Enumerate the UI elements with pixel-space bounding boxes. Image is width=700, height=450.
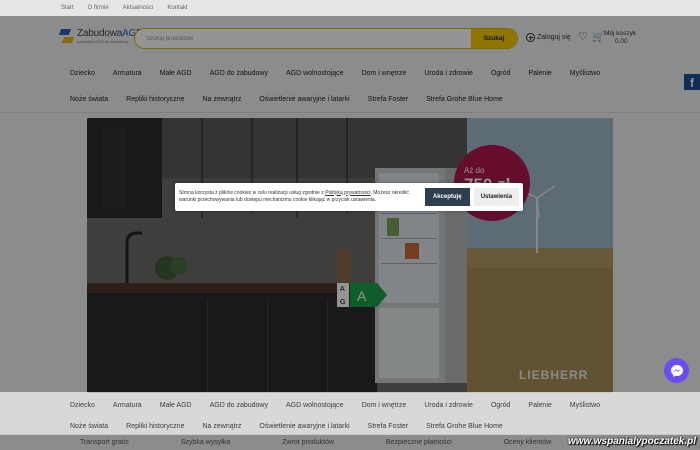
- site-header: ZabudowaAGD wszystkie AGD do zabudowy Sz…: [0, 16, 700, 60]
- wishlist-heart-icon[interactable]: ♡: [578, 32, 588, 43]
- sticky-nav-item-armatura[interactable]: Armatura: [113, 402, 142, 409]
- cookie-message: Strona korzysta z plików cookies w celu …: [179, 189, 409, 204]
- sticky-nav-item-palenie[interactable]: Palenie: [528, 402, 551, 409]
- benefit-free-transport: Transport gratis: [80, 438, 129, 446]
- nav-item-male-agd[interactable]: Małe AGD: [160, 70, 192, 77]
- cart-label: Mój koszyk: [604, 30, 637, 37]
- top-link-contact[interactable]: Kontakt: [167, 5, 187, 11]
- sticky-nav-item-na-zewnatrz[interactable]: Na zewnątrz: [203, 423, 242, 430]
- nav-row-2: Noże świata Repliki historyczne Na zewną…: [0, 86, 700, 112]
- nav-item-ogrod[interactable]: Ogród: [491, 70, 510, 77]
- benefit-reviews: Oceny klientów: [503, 438, 552, 446]
- sticky-nav-item-dom-i-wnetrze[interactable]: Dom i wnętrze: [362, 402, 407, 409]
- user-plus-icon: [526, 33, 535, 42]
- sticky-nav-item-ogrod[interactable]: Ogród: [491, 402, 510, 409]
- sticky-nav-item-repliki-historyczne[interactable]: Repliki historyczne: [126, 423, 184, 430]
- brand-logo-text: LIEBHERR: [519, 368, 588, 382]
- nav-item-oswietlenie[interactable]: Oświetlenie awaryjne i latarki: [259, 96, 349, 103]
- benefit-secure-payments: Bezpieczne płatności: [385, 438, 452, 446]
- cookie-consent-dialog: Strona korzysta z plików cookies w celu …: [175, 183, 523, 211]
- hero-banner[interactable]: Aż do 750 zł A G A LIEBHERR: [87, 118, 613, 393]
- sticky-nav-item-oswietlenie[interactable]: Oświetlenie awaryjne i latarki: [259, 423, 349, 430]
- messenger-chat-button[interactable]: [664, 358, 689, 383]
- search-bar: Szukaj: [134, 28, 518, 49]
- sticky-nav-item-myslistwo[interactable]: Myślistwo: [570, 402, 600, 409]
- sticky-nav-item-uroda-i-zdrowie[interactable]: Uroda i zdrowie: [424, 402, 473, 409]
- nav-item-dziecko[interactable]: Dziecko: [70, 70, 95, 77]
- top-link-start[interactable]: Start: [61, 5, 74, 11]
- sticky-nav-item-male-agd[interactable]: Małe AGD: [160, 402, 192, 409]
- benefit-returns: Zwrot produktów: [282, 438, 334, 446]
- privacy-policy-link[interactable]: Polityką prywatności: [325, 190, 370, 196]
- top-link-about[interactable]: O firmie: [88, 5, 109, 11]
- nav-item-na-zewnatrz[interactable]: Na zewnątrz: [203, 96, 242, 103]
- nav-item-repliki-historyczne[interactable]: Repliki historyczne: [126, 96, 184, 103]
- sticky-nav-item-agd-do-zabudowy[interactable]: AGD do zabudowy: [210, 402, 268, 409]
- sticky-nav-row-1: Dziecko Armatura Małe AGD AGD do zabudow…: [0, 392, 700, 418]
- nav-row-1: Dziecko Armatura Małe AGD AGD do zabudow…: [0, 60, 700, 86]
- search-input[interactable]: [135, 29, 471, 48]
- energy-scale-bottom: G: [340, 299, 345, 306]
- main-navigation: Dziecko Armatura Małe AGD AGD do zabudow…: [0, 60, 700, 113]
- login-label: Zaloguj się: [537, 34, 571, 41]
- cart-icon[interactable]: 🛒: [592, 33, 604, 43]
- nav-item-uroda-i-zdrowie[interactable]: Uroda i zdrowie: [424, 70, 473, 77]
- sticky-nav-item-strefa-grohe[interactable]: Strefa Grohe Blue Home: [426, 423, 503, 430]
- hero-banner-image: Aż do 750 zł A G A LIEBHERR: [87, 118, 613, 393]
- nav-item-armatura[interactable]: Armatura: [113, 70, 142, 77]
- messenger-icon: [670, 364, 683, 377]
- logo-icon: [58, 29, 75, 44]
- nav-item-agd-do-zabudowy[interactable]: AGD do zabudowy: [210, 70, 268, 77]
- top-links-bar: Start O firmie Aktualności Kontakt: [0, 0, 700, 16]
- sticky-navigation: Dziecko Armatura Małe AGD AGD do zabudow…: [0, 392, 700, 435]
- sticky-nav-item-strefa-foster[interactable]: Strefa Foster: [368, 423, 408, 430]
- benefit-fast-shipping: Szybka wysyłka: [180, 438, 231, 446]
- site-logo[interactable]: ZabudowaAGD wszystkie AGD do zabudowy: [58, 29, 143, 44]
- cookie-settings-button[interactable]: Ustawienia: [473, 188, 519, 206]
- benefits-strip: Transport gratis Szybka wysyłka Zwrot pr…: [0, 434, 700, 450]
- nav-item-strefa-grohe[interactable]: Strefa Grohe Blue Home: [426, 96, 503, 103]
- cart-amount: 0,00: [615, 38, 628, 46]
- search-button[interactable]: Szukaj: [471, 29, 517, 48]
- top-link-news[interactable]: Aktualności: [123, 5, 154, 11]
- nav-item-noze-swiata[interactable]: Noże świata: [70, 96, 108, 103]
- promo-small-text: Aż do: [464, 166, 485, 175]
- login-link[interactable]: Zaloguj się: [526, 33, 571, 42]
- sticky-nav-row-2: Noże świata Repliki historyczne Na zewną…: [0, 418, 700, 434]
- energy-class-text: A: [357, 288, 367, 304]
- sticky-nav-item-dziecko[interactable]: Dziecko: [70, 402, 95, 409]
- nav-item-agd-wolnostojace[interactable]: AGD wolnostojące: [286, 70, 344, 77]
- cookie-accept-button[interactable]: Akceptuję: [424, 188, 470, 206]
- nav-item-dom-i-wnetrze[interactable]: Dom i wnętrze: [362, 70, 407, 77]
- sticky-nav-item-agd-wolnostojace[interactable]: AGD wolnostojące: [286, 402, 344, 409]
- facebook-icon[interactable]: f: [684, 74, 700, 90]
- nav-item-strefa-foster[interactable]: Strefa Foster: [368, 96, 408, 103]
- sticky-nav-item-noze-swiata[interactable]: Noże świata: [70, 423, 108, 430]
- nav-item-myslistwo[interactable]: Myślistwo: [570, 70, 600, 77]
- energy-scale-top: A: [340, 286, 345, 293]
- cart-summary[interactable]: Mój koszyk 0,00: [604, 30, 636, 46]
- nav-item-palenie[interactable]: Palenie: [528, 70, 551, 77]
